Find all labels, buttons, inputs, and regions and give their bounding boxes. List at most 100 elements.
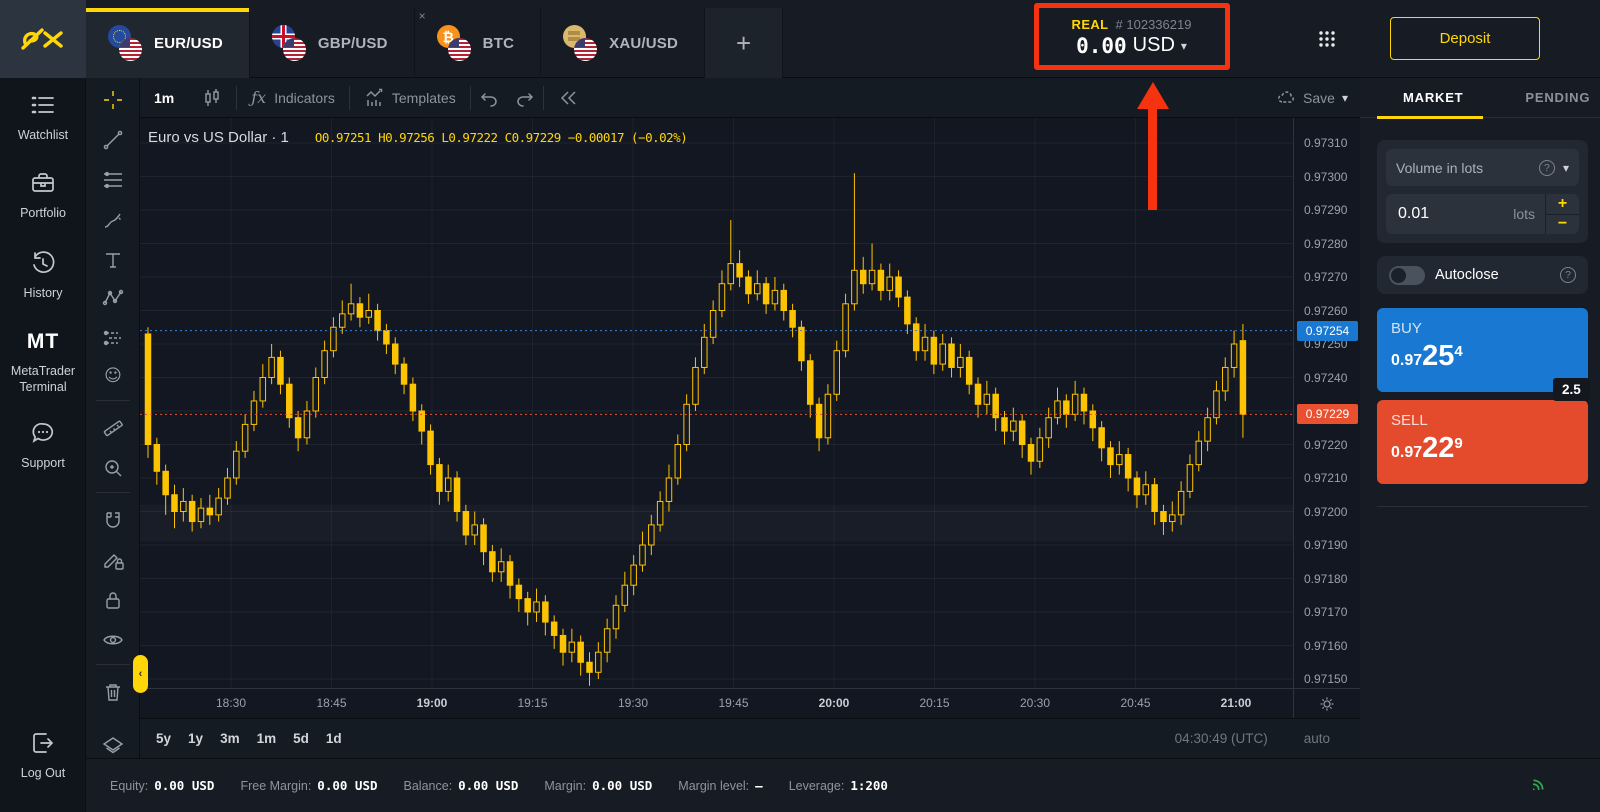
tab-pending[interactable]: PENDING <box>1525 90 1590 105</box>
lock-all-tool-button[interactable] <box>99 586 127 614</box>
sidebar-item-watchlist[interactable]: Watchlist <box>0 92 86 143</box>
collapse-toolbar-handle[interactable]: ‹ <box>133 655 148 693</box>
time-tick-label: 19:15 <box>517 696 547 710</box>
order-type-tabs: MARKET PENDING <box>1360 78 1600 118</box>
volume-input[interactable] <box>1386 194 1486 234</box>
tab-eurusd[interactable]: EUR/USD <box>86 8 250 78</box>
add-tab-button[interactable]: + <box>705 8 783 78</box>
stat-free-margin: Free Margin: 0.00 USD <box>240 778 377 793</box>
price-tick-label: 0.97160 <box>1304 639 1347 653</box>
time-tick-label: 20:30 <box>1020 696 1050 710</box>
apps-grid-button[interactable] <box>1312 24 1342 54</box>
sidebar-item-history[interactable]: History <box>0 250 86 301</box>
remove-drawings-button[interactable] <box>99 678 127 706</box>
price-axis[interactable]: 0.973100.973000.972900.972800.972700.972… <box>1293 118 1360 688</box>
volume-input-row: lots + − <box>1386 194 1579 234</box>
close-tab-icon[interactable]: × <box>419 10 426 22</box>
sell-button[interactable]: SELL 0.97229 <box>1377 400 1588 484</box>
chart-plot-area[interactable] <box>140 118 1293 688</box>
price-tick-label: 0.97270 <box>1304 270 1347 284</box>
chart-toolbar: 1m ƒx Indicators Templates <box>140 78 1360 118</box>
toolbar-separator <box>96 492 130 493</box>
account-number: # 102336219 <box>1116 17 1192 32</box>
sidebar-item-support[interactable]: Support <box>0 420 86 471</box>
volume-increase-button[interactable]: + <box>1546 194 1579 215</box>
range-1d-button[interactable]: 1d <box>326 731 342 746</box>
exness-logo[interactable] <box>0 0 86 78</box>
autoclose-toggle[interactable] <box>1389 266 1425 285</box>
auto-scale-button[interactable]: auto <box>1304 731 1330 746</box>
chart-style-button[interactable] <box>188 78 236 118</box>
go-to-start-button[interactable] <box>544 78 592 118</box>
account-currency: USD <box>1133 34 1175 57</box>
brush-tool-button[interactable] <box>99 206 127 234</box>
caret-down-icon: ▾ <box>1181 39 1187 53</box>
magnet-tool-button[interactable] <box>99 506 127 534</box>
chart-settings-button[interactable] <box>1293 688 1360 718</box>
exness-logo-icon <box>20 24 66 54</box>
help-icon[interactable]: ? <box>1539 160 1555 176</box>
stat-balance: Balance: 0.00 USD <box>404 778 519 793</box>
trend-line-tool-button[interactable] <box>99 126 127 154</box>
tab-xauusd[interactable]: XAU/USD <box>541 8 705 78</box>
crosshair-tool-button[interactable] <box>99 86 127 114</box>
flag-gbpusd-icon <box>272 25 306 61</box>
templates-icon <box>364 88 384 108</box>
support-chat-icon <box>30 420 56 446</box>
tab-gbpusd[interactable]: GBP/USD <box>250 8 415 78</box>
range-1y-button[interactable]: 1y <box>188 731 203 746</box>
account-type-badge: REAL <box>1072 17 1109 32</box>
horizontal-lines-icon <box>102 169 124 191</box>
save-layout-button[interactable]: Save ▾ <box>1276 88 1360 108</box>
redo-button[interactable] <box>507 78 543 118</box>
object-tree-button[interactable] <box>99 732 127 760</box>
tab-market[interactable]: MARKET <box>1403 90 1463 105</box>
spread-badge: 2.5 <box>1553 378 1590 401</box>
account-switcher[interactable]: REAL # 102336219 0.00 USD ▾ <box>1040 4 1223 70</box>
hide-drawings-tool-button[interactable] <box>99 626 127 654</box>
instrument-tabs: EUR/USD GBP/USD × ₿ BTC XAU/USD <box>86 8 783 78</box>
drawing-lock-tool-button[interactable] <box>99 546 127 574</box>
flag-eurusd-icon <box>108 25 142 61</box>
time-axis[interactable]: 18:3018:4519:0019:1519:3019:4520:0020:15… <box>140 688 1293 718</box>
undo-button[interactable] <box>471 78 507 118</box>
zoom-tool-button[interactable] <box>99 454 127 482</box>
range-5y-button[interactable]: 5y <box>156 731 171 746</box>
top-bar: EUR/USD GBP/USD × ₿ BTC XAU/USD <box>0 0 1600 78</box>
chevron-left-icon: ‹ <box>139 668 143 680</box>
volume-mode-select[interactable]: Volume in lots ? ▾ <box>1386 149 1579 186</box>
sidebar-item-metatrader[interactable]: MT MetaTrader Terminal <box>0 330 86 396</box>
sidebar-item-logout[interactable]: Log Out <box>0 730 86 781</box>
utc-clock[interactable]: 04:30:49 (UTC) <box>1175 731 1268 746</box>
fib-lines-tool-button[interactable] <box>99 166 127 194</box>
deposit-button[interactable]: Deposit <box>1390 17 1540 60</box>
time-tick-label: 21:00 <box>1221 696 1252 710</box>
buy-label: BUY <box>1391 320 1574 337</box>
forecast-tool-button[interactable] <box>99 324 127 352</box>
price-tick-label: 0.97200 <box>1304 505 1347 519</box>
candles-group <box>145 173 1245 686</box>
tab-btc[interactable]: × ₿ BTC <box>415 8 541 78</box>
indicators-button[interactable]: ƒx Indicators <box>237 78 349 118</box>
pattern-tool-button[interactable] <box>99 284 127 312</box>
rewind-icon <box>558 88 578 108</box>
range-3m-button[interactable]: 3m <box>220 731 240 746</box>
ruler-icon <box>102 417 124 439</box>
sidebar-item-portfolio[interactable]: Portfolio <box>0 170 86 221</box>
apps-grid-icon <box>1318 30 1336 48</box>
ruler-tool-button[interactable] <box>99 414 127 442</box>
volume-decrease-button[interactable]: − <box>1546 215 1579 235</box>
range-5d-button[interactable]: 5d <box>293 731 309 746</box>
timeframe-button[interactable]: 1m <box>140 78 188 118</box>
help-icon[interactable]: ? <box>1560 267 1576 283</box>
text-tool-button[interactable] <box>99 246 127 274</box>
candlestick-chart[interactable] <box>140 118 1293 688</box>
range-1m-button[interactable]: 1m <box>257 731 277 746</box>
metatrader-icon: MT <box>27 330 59 354</box>
caret-down-icon: ▾ <box>1563 161 1569 175</box>
templates-button[interactable]: Templates <box>350 78 470 118</box>
emoji-tool-button[interactable]: ☺ <box>99 362 127 390</box>
tab-label: XAU/USD <box>609 35 678 52</box>
time-tick-label: 19:45 <box>718 696 748 710</box>
sell-price: 0.97229 <box>1391 435 1574 462</box>
